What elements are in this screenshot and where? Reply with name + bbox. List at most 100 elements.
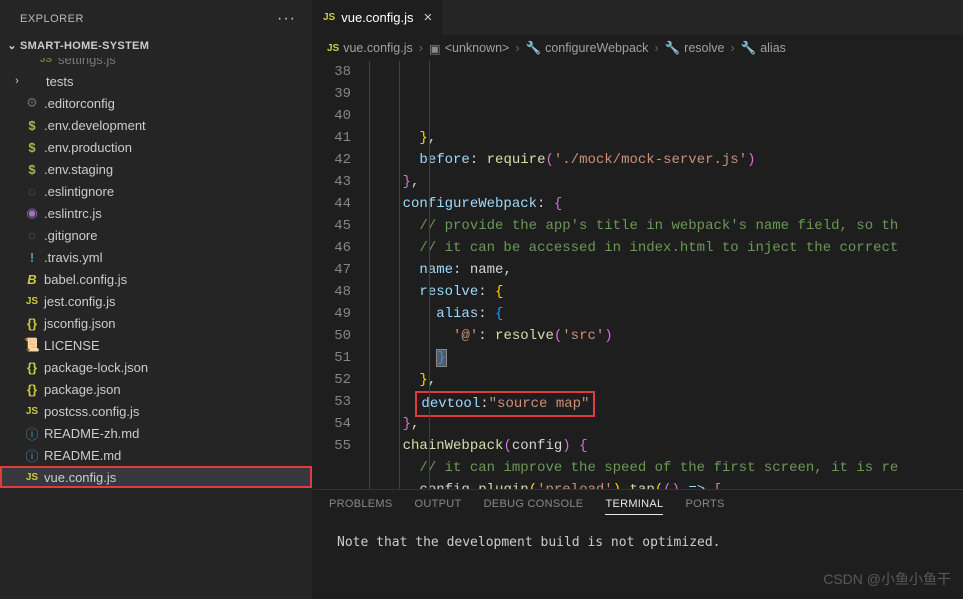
- code-lines[interactable]: }, before: require('./mock/mock-server.j…: [369, 61, 963, 489]
- breadcrumb-separator: ›: [419, 41, 423, 55]
- workspace-section-header[interactable]: ⌄ SMART-HOME-SYSTEM: [0, 36, 312, 58]
- purple-icon: ◉: [22, 205, 42, 221]
- file-label: .env.production: [44, 140, 132, 155]
- dollar-icon: $: [22, 118, 42, 133]
- more-actions-icon[interactable]: ···: [277, 10, 296, 28]
- js-icon: JS: [36, 58, 56, 65]
- file-label: .editorconfig: [44, 96, 115, 111]
- dollar-icon: $: [22, 162, 42, 177]
- file-label: jest.config.js: [44, 294, 116, 309]
- terminal-text: Note that the development build is not o…: [337, 535, 721, 550]
- file-item[interactable]: $.env.development: [0, 114, 312, 136]
- code-line[interactable]: }: [369, 347, 963, 369]
- code-line[interactable]: '@': resolve('src'): [369, 325, 963, 347]
- file-label: package-lock.json: [44, 360, 148, 375]
- breadcrumb-separator: ›: [515, 41, 519, 55]
- tab-vue-config[interactable]: JS vue.config.js ×: [313, 0, 443, 35]
- file-label: .gitignore: [44, 228, 97, 243]
- code-line[interactable]: chainWebpack(config) {: [369, 435, 963, 457]
- file-item[interactable]: ⓘREADME.md: [0, 444, 312, 466]
- watermark: CSDN @小鱼小鱼干: [823, 569, 951, 589]
- js-icon: JS: [22, 406, 42, 417]
- panel-tab-problems[interactable]: PROBLEMS: [329, 498, 393, 515]
- chevron-down-icon: ⌄: [4, 39, 20, 52]
- code-line[interactable]: config.plugin('preload').tap(() => [: [369, 479, 963, 489]
- code-line[interactable]: },: [369, 127, 963, 149]
- file-item[interactable]: {}jsconfig.json: [0, 312, 312, 334]
- info-icon: ⓘ: [22, 446, 42, 465]
- file-label: README.md: [44, 448, 121, 463]
- panel-tab-debug-console[interactable]: DEBUG CONSOLE: [484, 498, 584, 515]
- breadcrumb-item[interactable]: JSvue.config.js: [327, 41, 413, 55]
- file-item[interactable]: $.env.staging: [0, 158, 312, 180]
- code-editor[interactable]: 383940414243444546474849505152535455 }, …: [313, 61, 963, 489]
- code-line[interactable]: resolve: {: [369, 281, 963, 303]
- editor-area: JS vue.config.js × JSvue.config.js › ▣<unk…: [313, 0, 963, 599]
- file-label: postcss.config.js: [44, 404, 139, 419]
- json-icon: {}: [22, 360, 42, 375]
- chevron-right-icon: ›: [10, 75, 24, 87]
- file-label: .travis.yml: [44, 250, 103, 265]
- workspace-name: SMART-HOME-SYSTEM: [20, 40, 149, 52]
- info-icon: ⓘ: [22, 424, 42, 443]
- file-label: jsconfig.json: [44, 316, 116, 331]
- file-item[interactable]: JSjest.config.js: [0, 290, 312, 312]
- file-label: README-zh.md: [44, 426, 139, 441]
- folder-item[interactable]: ›tests: [0, 70, 312, 92]
- brace-icon: {}: [22, 316, 42, 331]
- tab-bar: JS vue.config.js ×: [313, 0, 963, 35]
- code-line[interactable]: },: [369, 369, 963, 391]
- file-item[interactable]: {}package-lock.json: [0, 356, 312, 378]
- file-item[interactable]: {}package.json: [0, 378, 312, 400]
- file-item[interactable]: ◌.gitignore: [0, 224, 312, 246]
- file-item[interactable]: JSsettings.js: [0, 58, 312, 70]
- file-item[interactable]: JSpostcss.config.js: [0, 400, 312, 422]
- code-line[interactable]: // it can improve the speed of the first…: [369, 457, 963, 479]
- explorer-title: EXPLORER: [20, 13, 84, 25]
- file-item[interactable]: ⓘREADME-zh.md: [0, 422, 312, 444]
- breadcrumbs[interactable]: JSvue.config.js › ▣<unknown> › 🔧configureWeb…: [313, 35, 963, 61]
- file-label: vue.config.js: [44, 470, 116, 485]
- file-label: .env.development: [44, 118, 146, 133]
- file-label: LICENSE: [44, 338, 100, 353]
- js-icon: JS: [22, 296, 42, 307]
- js-icon: JS: [22, 472, 42, 483]
- circle-icon: ◌: [22, 184, 42, 199]
- breadcrumb-item[interactable]: 🔧configureWebpack: [526, 41, 649, 56]
- file-item[interactable]: Bbabel.config.js: [0, 268, 312, 290]
- file-label: babel.config.js: [44, 272, 127, 287]
- code-line[interactable]: // it can be accessed in index.html to i…: [369, 237, 963, 259]
- panel-tab-terminal[interactable]: TERMINAL: [605, 498, 663, 515]
- close-icon[interactable]: ×: [424, 9, 433, 26]
- file-item[interactable]: !.travis.yml: [0, 246, 312, 268]
- panel-tabs: PROBLEMS OUTPUT DEBUG CONSOLE TERMINAL PORTS: [313, 490, 963, 521]
- file-item[interactable]: ◉.eslintrc.js: [0, 202, 312, 224]
- cert-icon: 📜: [22, 337, 42, 353]
- terminal-content[interactable]: Note that the development build is not o…: [313, 521, 963, 564]
- line-numbers: 383940414243444546474849505152535455: [313, 61, 369, 489]
- breadcrumb-item[interactable]: 🔧resolve: [665, 41, 725, 56]
- file-item[interactable]: JSvue.config.js: [0, 466, 312, 488]
- code-line[interactable]: },: [369, 171, 963, 193]
- file-label: package.json: [44, 382, 121, 397]
- panel-tab-ports[interactable]: PORTS: [685, 498, 724, 515]
- dollar-icon: $: [22, 140, 42, 155]
- code-line[interactable]: before: require('./mock/mock-server.js'): [369, 149, 963, 171]
- code-line[interactable]: configureWebpack: {: [369, 193, 963, 215]
- file-item[interactable]: 📜LICENSE: [0, 334, 312, 356]
- file-item[interactable]: ◌.eslintignore: [0, 180, 312, 202]
- file-item[interactable]: $.env.production: [0, 136, 312, 158]
- file-label: .env.staging: [44, 162, 113, 177]
- code-line[interactable]: devtool:"source map": [369, 391, 963, 413]
- code-line[interactable]: alias: {: [369, 303, 963, 325]
- file-item[interactable]: ⚙.editorconfig: [0, 92, 312, 114]
- code-line[interactable]: // provide the app's title in webpack's …: [369, 215, 963, 237]
- circle-icon: ◌: [22, 228, 42, 243]
- breadcrumb-separator: ›: [730, 41, 734, 55]
- breadcrumb-item[interactable]: 🔧alias: [741, 41, 786, 56]
- breadcrumb-item[interactable]: ▣<unknown>: [429, 41, 509, 56]
- code-line[interactable]: name: name,: [369, 259, 963, 281]
- panel-tab-output[interactable]: OUTPUT: [415, 498, 462, 515]
- tab-label: vue.config.js: [341, 10, 413, 25]
- excl-icon: !: [22, 250, 42, 265]
